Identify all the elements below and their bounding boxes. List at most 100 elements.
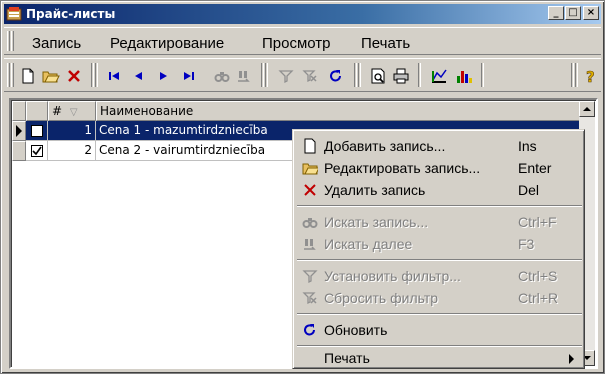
menu-item-edit[interactable]: Редактировать запись... Enter [296,157,583,179]
menu-item-delete[interactable]: Удалить запись Del [296,179,583,201]
arrow-up-icon [583,107,591,111]
svg-text:?: ? [586,68,595,84]
last-record-icon[interactable] [179,66,199,86]
print-preview-icon[interactable] [368,66,388,86]
menu-item-shortcut: Ctrl+R [518,290,559,306]
header-name[interactable]: Наименование [96,101,582,121]
menu-item-shortcut: F3 [518,236,535,252]
menu-item-add[interactable]: Добавить запись... Ins [296,135,583,157]
toolbar-separator [265,63,268,87]
checkmark-icon [32,146,42,156]
menu-item-set-filter[interactable]: Установить фильтр... Ctrl+S [296,265,583,287]
menu-item-label: Редактировать запись... [324,160,481,176]
open-folder-icon[interactable] [41,66,61,86]
grid-header: # ▽ Наименование [12,101,582,121]
first-record-icon[interactable] [104,66,124,86]
menu-item-label: Удалить запись [324,182,426,198]
find-icon [302,214,318,230]
menu-item-label: Обновить [324,322,388,338]
row-indicator[interactable] [12,141,26,161]
menu-item-label: Искать далее [324,236,413,252]
menu-item-shortcut: Enter [518,160,552,176]
menu-item-label: Установить фильтр... [324,268,461,284]
current-row-arrow-icon [16,125,22,137]
menu-record[interactable]: Запись [32,35,81,52]
menu-item-shortcut: Ins [518,138,537,154]
help-icon[interactable]: ? [581,66,601,86]
find-next-icon [302,236,318,252]
menu-separator [297,205,582,207]
toolbar-separator [95,63,98,87]
open-folder-icon [302,160,318,176]
menu-print[interactable]: Печать [361,35,410,52]
menu-item-label: Печать [324,350,370,366]
menu-item-label: Искать запись... [324,214,429,230]
prev-record-icon[interactable] [128,66,148,86]
row-checkbox-cell[interactable] [26,141,48,161]
delete-icon[interactable] [64,66,84,86]
row-checkbox-cell[interactable] [26,121,48,141]
menu-bar: Запись Редактирование Просмотр Печать [4,27,601,55]
sort-arrow-icon[interactable]: ▽ [70,107,78,118]
toolbar-separator [575,63,578,87]
submenu-arrow-icon [568,352,576,368]
price-lists-window: Прайс-листы _ □ × Запись Редактирование … [0,0,605,374]
row-indicator[interactable] [12,121,26,141]
menu-item-refresh[interactable]: Обновить [296,319,583,341]
toolbar-separator [91,63,94,87]
header-indicator[interactable] [12,101,26,121]
menu-item-find[interactable]: Искать запись... Ctrl+F [296,211,583,233]
menu-item-label: Добавить запись... [324,138,446,154]
chart-icon[interactable] [454,66,474,86]
title-bar[interactable]: Прайс-листы _ □ × [4,4,601,24]
toolbar-grip[interactable] [7,63,10,87]
toolbar-grip-2[interactable] [11,63,14,87]
maximize-button[interactable]: □ [565,6,581,20]
filter-icon [302,268,318,284]
menu-separator [297,259,582,261]
toolbar-separator [481,63,484,87]
clear-filter-icon [302,290,318,306]
toolbar-separator [571,63,574,87]
toolbar-separator [358,63,361,87]
menubar-grip-2[interactable] [11,31,14,51]
header-checkbox[interactable] [26,101,48,121]
new-document-icon [302,138,318,154]
close-button[interactable]: × [583,6,599,20]
clear-filter-icon[interactable] [300,66,320,86]
print-icon[interactable] [391,66,411,86]
menu-separator [297,313,582,315]
menu-item-print[interactable]: Печать [296,348,583,368]
row-number[interactable]: 2 [48,141,96,161]
menu-item-find-next[interactable]: Искать далее F3 [296,233,583,255]
menu-item-clear-filter[interactable]: Сбросить фильтр Ctrl+R [296,287,583,309]
app-icon[interactable] [6,6,22,22]
new-document-icon[interactable] [18,66,38,86]
refresh-icon [302,322,318,338]
refresh-icon[interactable] [326,66,346,86]
filter-icon[interactable] [276,66,296,86]
menu-item-label: Сбросить фильтр [324,290,439,306]
next-record-icon[interactable] [154,66,174,86]
row-number[interactable]: 1 [48,121,96,141]
row-checkbox[interactable] [31,125,43,137]
toolbar-separator [418,63,421,87]
header-number-label: # [52,104,63,118]
header-number[interactable]: # ▽ [48,101,96,121]
menu-view[interactable]: Просмотр [262,35,331,52]
context-menu: Добавить запись... Ins Редактировать зап… [292,129,585,369]
minimize-button[interactable]: _ [548,6,564,20]
menu-separator [297,345,582,347]
report-icon[interactable] [429,66,449,86]
toolbar-separator [261,63,264,87]
find-icon[interactable] [212,66,232,86]
scroll-up-button[interactable] [579,101,595,117]
menu-edit[interactable]: Редактирование [110,35,224,52]
window-title: Прайс-листы [26,7,116,21]
find-next-icon[interactable] [234,66,254,86]
row-checkbox[interactable] [31,145,43,157]
menu-item-shortcut: Ctrl+S [518,268,558,284]
menubar-grip[interactable] [7,31,10,51]
menu-item-shortcut: Del [518,182,540,198]
toolbar-separator [354,63,357,87]
